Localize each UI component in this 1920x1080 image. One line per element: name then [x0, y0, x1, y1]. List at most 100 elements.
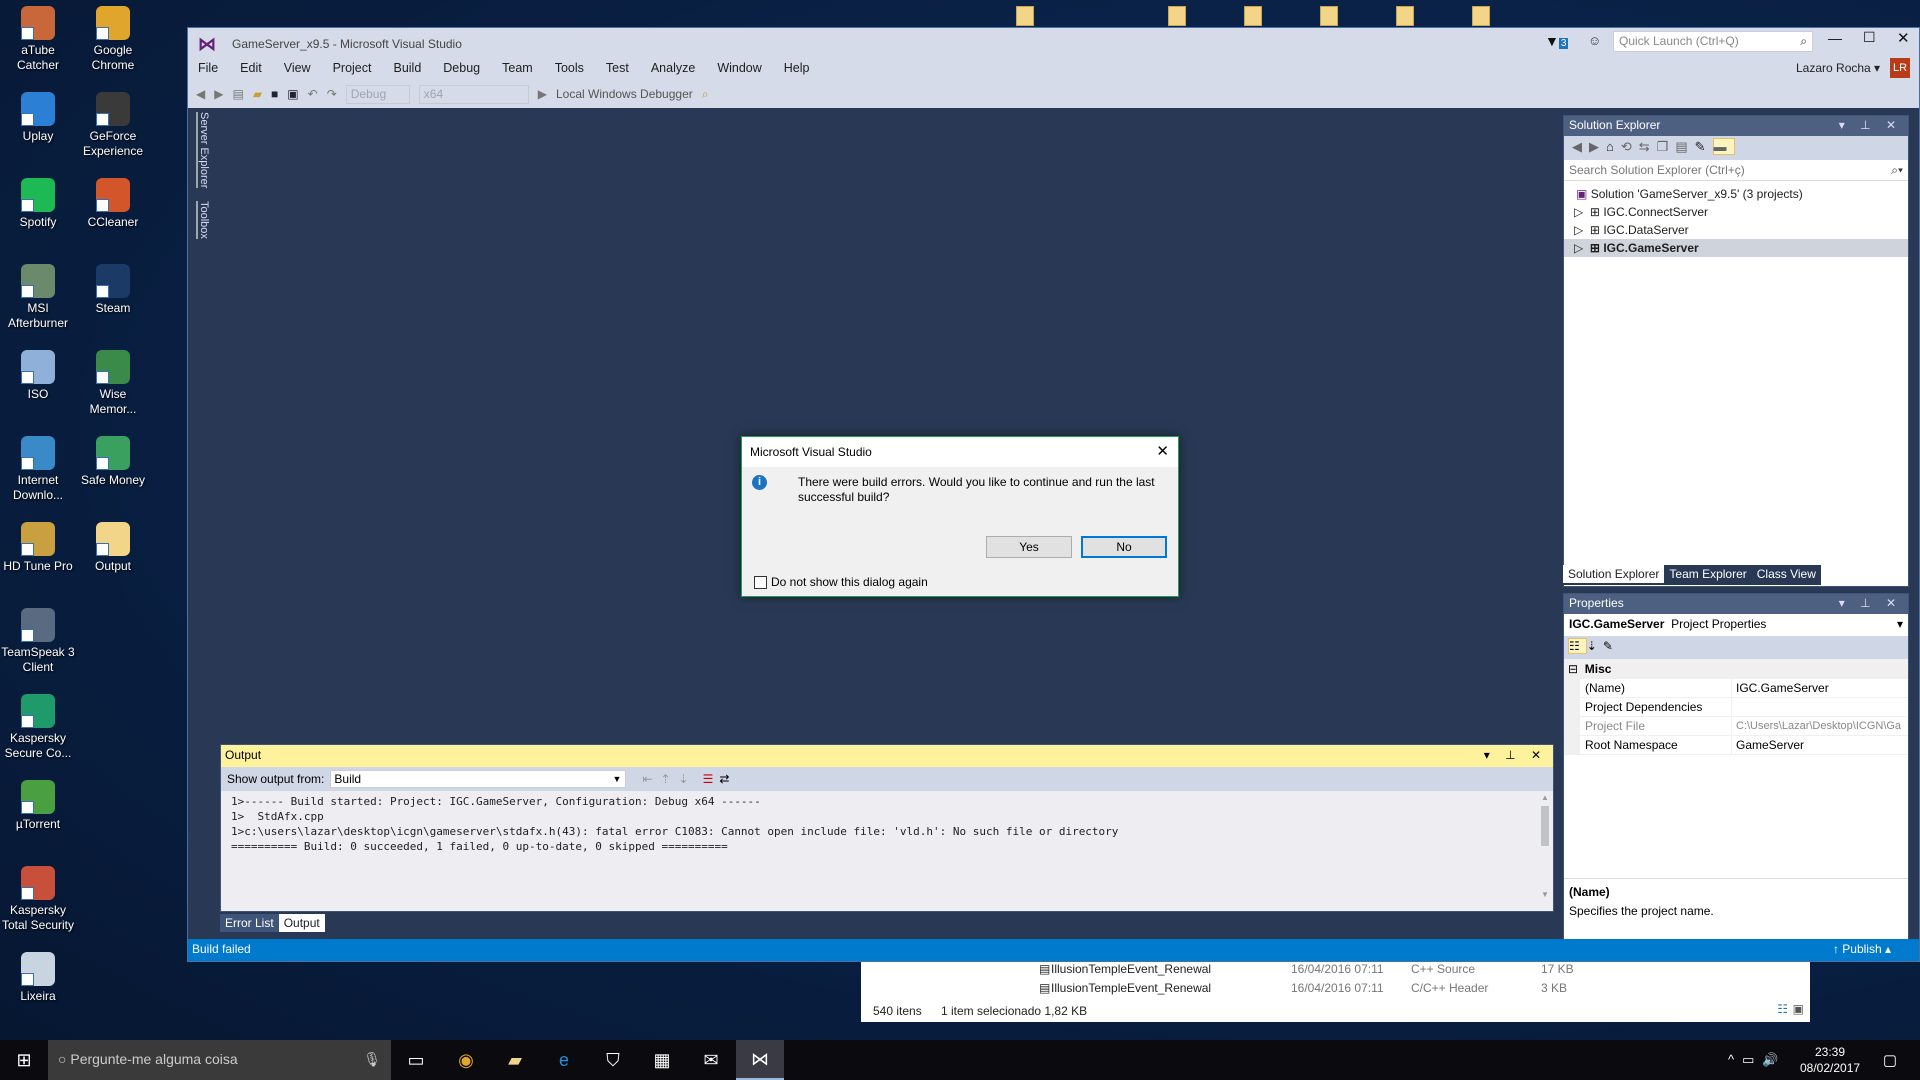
desktop-shortcut[interactable]: Kaspersky Total Security: [0, 866, 76, 933]
property-pages-icon[interactable]: ✎: [1603, 639, 1619, 653]
tree-project-node[interactable]: ▷ ⊞ IGC.DataServer: [1564, 221, 1908, 239]
menu-help[interactable]: Help: [784, 61, 810, 75]
file-explorer-taskbar-icon[interactable]: ▰: [491, 1040, 539, 1080]
minimize-button[interactable]: —: [1828, 30, 1842, 46]
menu-view[interactable]: View: [284, 61, 311, 75]
output-text[interactable]: 1>------ Build started: Project: IGC.Gam…: [221, 791, 1553, 857]
property-value[interactable]: [1732, 698, 1908, 716]
tab-error-list[interactable]: Error List: [220, 914, 279, 932]
property-value[interactable]: GameServer: [1732, 736, 1908, 754]
dont-show-checkbox[interactable]: Do not show this dialog again: [754, 575, 928, 589]
category-misc[interactable]: ⊟ Misc: [1564, 659, 1908, 679]
dialog-close-button[interactable]: ✕: [1156, 442, 1169, 460]
navigation-icons[interactable]: ⇤⇡⇣: [642, 772, 696, 786]
tab-team-explorer[interactable]: Team Explorer: [1664, 565, 1751, 583]
new-project-icon[interactable]: ▤: [232, 87, 243, 101]
categorized-icon[interactable]: ☷: [1568, 638, 1587, 654]
preview-icon[interactable]: ▬: [1712, 138, 1735, 155]
tree-project-node[interactable]: ▷ ⊞ IGC.ConnectServer: [1564, 203, 1908, 221]
edge-taskbar-icon[interactable]: e: [540, 1040, 588, 1080]
tab-server-explorer[interactable]: Server Explorer: [196, 112, 210, 189]
output-source-select[interactable]: Build ▼: [330, 770, 627, 788]
no-button[interactable]: No: [1081, 536, 1167, 558]
details-view-icon[interactable]: ☷: [1777, 1002, 1788, 1016]
calculator-taskbar-icon[interactable]: ▦: [638, 1040, 686, 1080]
feedback-icon[interactable]: ☺: [1588, 33, 1601, 48]
find-icon[interactable]: ⌕: [702, 87, 709, 102]
desktop-shortcut[interactable]: Spotify: [0, 178, 76, 230]
tiles-view-icon[interactable]: ▣: [1793, 1002, 1804, 1016]
start-debug-icon[interactable]: ▶: [538, 87, 547, 101]
system-tray-icons[interactable]: ^▭🔊: [1728, 1052, 1787, 1068]
open-file-icon[interactable]: ▰: [253, 87, 262, 101]
task-view-icon[interactable]: ▭: [392, 1040, 440, 1080]
desktop-shortcut[interactable]: Wise Memor...: [75, 350, 151, 417]
tree-project-node-selected[interactable]: ▷ ⊞ IGC.GameServer: [1564, 239, 1908, 257]
tab-class-view[interactable]: Class View: [1752, 565, 1821, 583]
menu-file[interactable]: File: [198, 61, 218, 75]
menu-build[interactable]: Build: [393, 61, 421, 75]
menu-debug[interactable]: Debug: [443, 61, 480, 75]
notifications-flag-icon[interactable]: ▼ 3: [1545, 33, 1569, 49]
menu-edit[interactable]: Edit: [240, 61, 262, 75]
object-selector[interactable]: IGC.GameServer Project Properties ▾: [1564, 614, 1908, 636]
start-windows-icon[interactable]: ⊞: [0, 1040, 48, 1080]
redo-icon[interactable]: ↷: [327, 87, 337, 101]
properties-wrench-icon[interactable]: ✎: [1695, 139, 1713, 154]
expand-arrow-icon[interactable]: ▷: [1574, 205, 1583, 219]
desktop-shortcut[interactable]: GeForce Experience: [75, 92, 151, 159]
user-account[interactable]: Lazaro Rocha ▾: [1796, 61, 1880, 75]
user-avatar[interactable]: LR: [1890, 58, 1910, 78]
desktop-shortcut[interactable]: Output: [75, 522, 151, 574]
panel-window-controls[interactable]: ▾ ⊥ ✕: [1839, 596, 1902, 610]
property-row[interactable]: Project Dependencies: [1564, 698, 1908, 717]
collapse-icon[interactable]: ⊟: [1568, 662, 1578, 676]
solution-search-input[interactable]: Search Solution Explorer (Ctrl+ç) ⌕▾: [1564, 160, 1908, 181]
pending-changes-icon[interactable]: ⟲: [1621, 139, 1639, 154]
expand-arrow-icon[interactable]: ▷: [1574, 241, 1583, 255]
menu-analyze[interactable]: Analyze: [651, 61, 695, 75]
desktop-shortcut[interactable]: MSI Afterburner: [0, 264, 76, 331]
expand-arrow-icon[interactable]: ▷: [1574, 223, 1583, 237]
action-center-icon[interactable]: ▢: [1866, 1040, 1914, 1080]
tab-output[interactable]: Output: [278, 914, 325, 932]
vertical-scrollbar[interactable]: ▲ ▼: [1539, 793, 1551, 899]
save-all-icon[interactable]: ▣: [287, 87, 298, 101]
desktop-shortcut[interactable]: TeamSpeak 3 Client: [0, 608, 76, 675]
clear-all-icon[interactable]: ☰: [703, 772, 714, 786]
collapse-all-icon[interactable]: ❐: [1657, 139, 1676, 154]
desktop-shortcut[interactable]: Google Chrome: [75, 6, 151, 73]
cortana-search-box[interactable]: ○ Pergunte-me alguma coisa 🎙: [48, 1040, 391, 1080]
desktop-shortcut[interactable]: Lixeira: [0, 952, 76, 1004]
configuration-select[interactable]: Debug: [345, 84, 410, 104]
alphabetical-icon[interactable]: ⇣: [1587, 639, 1603, 653]
quick-launch-input[interactable]: Quick Launch (Ctrl+Q) ⌕: [1613, 31, 1813, 52]
tab-solution-explorer[interactable]: Solution Explorer: [1563, 565, 1665, 583]
close-button[interactable]: ✕: [1897, 29, 1910, 47]
back-icon[interactable]: ◀: [196, 87, 205, 101]
desktop-file-icon[interactable]: [1016, 6, 1034, 26]
desktop-shortcut[interactable]: µTorrent: [0, 780, 76, 832]
menu-test[interactable]: Test: [606, 61, 629, 75]
visual-studio-taskbar-icon[interactable]: ⋈: [736, 1040, 784, 1080]
desktop-shortcut[interactable]: Steam: [75, 264, 151, 316]
panel-window-controls[interactable]: ▾ ⊥ ✕: [1484, 748, 1547, 762]
panel-window-controls[interactable]: ▾ ⊥ ✕: [1839, 118, 1902, 132]
publish-button[interactable]: ↑ Publish ▴: [1833, 942, 1891, 956]
mail-taskbar-icon[interactable]: ✉: [687, 1040, 735, 1080]
property-row[interactable]: Project File C:\Users\Lazar\Desktop\ICGN\…: [1564, 717, 1908, 736]
sync-icon[interactable]: ⇆: [1639, 139, 1657, 154]
property-value[interactable]: C:\Users\Lazar\Desktop\ICGN\Ga: [1732, 717, 1908, 735]
checkbox-box[interactable]: [754, 575, 767, 589]
home-icon[interactable]: ⌂: [1606, 139, 1621, 154]
microphone-icon[interactable]: 🎙: [363, 1051, 381, 1068]
menu-window[interactable]: Window: [717, 61, 761, 75]
property-value[interactable]: IGC.GameServer: [1732, 679, 1908, 697]
save-icon[interactable]: ■: [271, 87, 278, 101]
desktop-shortcut[interactable]: Kaspersky Secure Co...: [0, 694, 76, 761]
maximize-button[interactable]: ☐: [1863, 29, 1876, 46]
undo-icon[interactable]: ↶: [308, 87, 318, 101]
forward-icon[interactable]: ▶: [214, 87, 223, 101]
desktop-file-icon[interactable]: [1320, 6, 1338, 26]
property-row[interactable]: Root Namespace GameServer: [1564, 736, 1908, 755]
